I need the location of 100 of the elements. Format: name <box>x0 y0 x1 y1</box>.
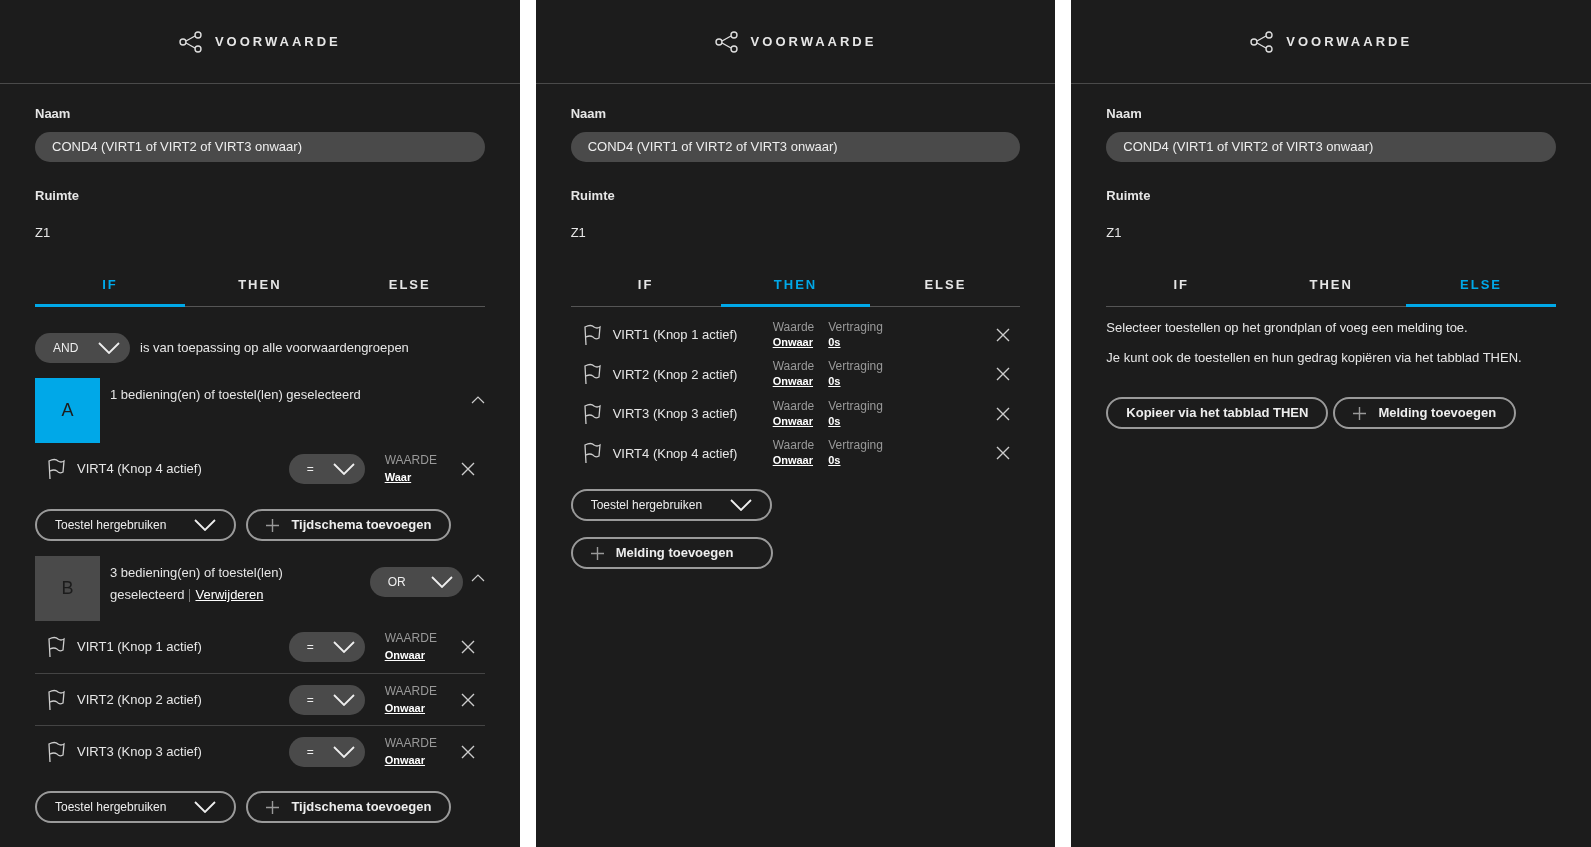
group-letter-tile: A <box>35 378 100 443</box>
value-link[interactable]: Onwaar <box>772 375 814 388</box>
chevron-up-icon[interactable] <box>470 396 485 404</box>
chevron-down-icon <box>98 342 120 354</box>
chevron-up-icon[interactable] <box>470 574 485 582</box>
node-graph-icon <box>1250 30 1275 53</box>
chevron-down-icon <box>194 519 217 531</box>
chevron-down-icon <box>332 693 355 706</box>
field-label: Ruimte <box>1106 186 1151 205</box>
value-link[interactable]: Onwaar <box>772 335 814 348</box>
value-link[interactable]: 0s <box>828 375 841 388</box>
comparison-dropdown[interactable]: = <box>288 632 365 662</box>
tab[interactable]: IF <box>1106 268 1257 307</box>
add-notification-button[interactable]: Melding toevoegen <box>1333 397 1517 429</box>
instruction-text: Selecteer toestellen op het grondplan of voeg een melding toe. <box>1106 319 1469 337</box>
name-field[interactable]: COND4 (VIRT1 of VIRT2 of VIRT3 onwaar) <box>1106 131 1556 162</box>
plus-icon <box>590 546 604 560</box>
value-label: Waarde <box>772 438 815 454</box>
plus-icon <box>1353 406 1367 420</box>
flag-icon <box>47 740 65 763</box>
value-label: WAARDE <box>384 734 438 752</box>
close-icon[interactable] <box>996 367 1011 382</box>
group-summary: 1 bediening(en) of toestel(len) geselecteerd <box>109 386 362 404</box>
plus-icon <box>266 518 280 532</box>
value-link[interactable]: Onwaar <box>772 454 814 467</box>
reuse-device-dropdown[interactable]: Toestel hergebruiken <box>570 489 773 521</box>
add-schedule-button[interactable]: Tijdschema toevoegen <box>246 791 452 823</box>
reuse-device-dropdown[interactable]: Toestel hergebruiken <box>35 791 237 823</box>
comparison-dropdown[interactable]: = <box>288 454 365 484</box>
tab[interactable]: THEN <box>720 268 871 307</box>
room-value: Z1 <box>570 224 586 242</box>
operator-description: is van toepassing op alle voorwaardengroepen <box>140 339 409 358</box>
device-name: VIRT3 (Knop 3 actief) <box>612 405 739 423</box>
name-field[interactable]: COND4 (VIRT1 of VIRT2 of VIRT3 onwaar) <box>35 131 485 162</box>
room-value: Z1 <box>1106 224 1122 242</box>
value-link[interactable]: 0s <box>828 454 841 467</box>
value-label: Waarde <box>772 359 815 375</box>
device-name: VIRT4 (Knop 4 actief) <box>77 460 203 479</box>
field-label: Naam <box>1106 105 1142 123</box>
device-name: VIRT2 (Knop 2 actief) <box>612 365 739 384</box>
value-link[interactable]: Onwaar <box>384 753 426 766</box>
chevron-down-icon <box>194 801 217 813</box>
tab[interactable]: THEN <box>1256 268 1407 307</box>
field-label: Naam <box>570 105 607 123</box>
add-notification-button[interactable]: Melding toevoegen <box>570 537 774 569</box>
flag-icon <box>582 442 601 465</box>
panel-title: VOORWAARDE <box>750 32 877 51</box>
field-label: Ruimte <box>570 186 615 205</box>
plus-icon <box>266 800 280 814</box>
operator-dropdown[interactable]: OR <box>369 567 463 597</box>
field-label: Naam <box>35 105 71 123</box>
device-name: VIRT2 (Knop 2 actief) <box>77 690 203 709</box>
comparison-dropdown[interactable]: = <box>288 736 365 767</box>
tab[interactable]: ELSE <box>334 268 485 307</box>
flag-icon <box>47 636 65 658</box>
chevron-down-icon <box>332 463 355 475</box>
node-graph-icon <box>178 30 203 53</box>
chevron-down-icon <box>430 576 453 588</box>
flag-icon <box>582 323 601 346</box>
close-icon[interactable] <box>460 692 475 707</box>
value-link[interactable]: 0s <box>828 414 841 427</box>
reuse-device-dropdown[interactable]: Toestel hergebruiken <box>35 509 237 541</box>
close-icon[interactable] <box>460 640 475 654</box>
field-label: Ruimte <box>35 186 80 205</box>
close-icon[interactable] <box>996 446 1011 461</box>
close-icon[interactable] <box>460 744 475 759</box>
value-label: WAARDE <box>384 452 438 469</box>
name-field[interactable]: COND4 (VIRT1 of VIRT2 of VIRT3 onwaar) <box>570 131 1021 162</box>
instruction-text: Je kunt ook de toestellen en hun gedrag kopiëren via het tabblad THEN. <box>1106 349 1523 367</box>
device-name: VIRT1 (Knop 1 actief) <box>77 638 203 657</box>
value-link[interactable]: Onwaar <box>772 414 814 427</box>
value-label: Waarde <box>772 398 815 414</box>
comparison-dropdown[interactable]: = <box>288 684 365 715</box>
value-link[interactable]: Onwaar <box>384 701 426 714</box>
chevron-down-icon <box>332 641 355 653</box>
tab[interactable]: ELSE <box>870 268 1021 307</box>
flag-icon <box>582 402 601 425</box>
value-label: Vertraging <box>828 438 883 454</box>
add-schedule-button[interactable]: Tijdschema toevoegen <box>246 509 452 541</box>
copy-from-then-button[interactable]: Kopieer via het tabblad THEN <box>1106 397 1329 429</box>
value-link[interactable]: 0s <box>828 335 841 348</box>
close-icon[interactable] <box>996 327 1011 342</box>
group-summary: 3 bediening(en) of toestel(len) geselecteerd Verwijderen <box>109 564 284 605</box>
value-link[interactable]: Waar <box>384 471 412 483</box>
tab[interactable]: IF <box>570 268 721 307</box>
flag-icon <box>582 363 601 386</box>
close-icon[interactable] <box>460 462 475 476</box>
value-label: WAARDE <box>384 682 438 700</box>
value-link[interactable]: Onwaar <box>384 649 426 661</box>
flag-icon <box>47 688 65 711</box>
tab[interactable]: THEN <box>184 268 335 307</box>
value-label: Vertraging <box>828 319 883 335</box>
tab[interactable]: IF <box>35 268 185 307</box>
tab[interactable]: ELSE <box>1406 268 1556 307</box>
close-icon[interactable] <box>996 406 1011 421</box>
operator-dropdown[interactable]: AND <box>35 333 130 363</box>
panel-title: VOORWAARDE <box>214 32 341 51</box>
device-name: VIRT1 (Knop 1 actief) <box>612 326 739 344</box>
remove-link[interactable]: Verwijderen <box>195 587 264 602</box>
chevron-down-icon <box>730 499 753 511</box>
